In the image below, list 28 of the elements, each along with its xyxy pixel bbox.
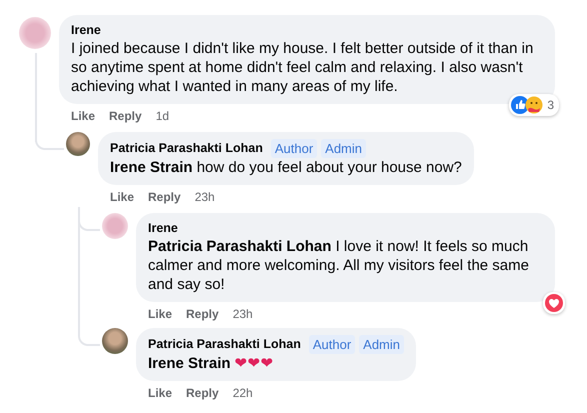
like-link[interactable]: Like: [148, 385, 172, 401]
author-name[interactable]: Patricia Parashakti Lohan: [148, 336, 301, 353]
role-badge: Author: [308, 335, 356, 354]
author-name[interactable]: Irene: [148, 220, 178, 237]
thread-connector: [78, 207, 100, 231]
reply-link[interactable]: Reply: [186, 306, 219, 322]
profile-photo[interactable]: [102, 328, 128, 354]
comment-text: Irene Strain how do you feel about your house now?: [110, 158, 462, 177]
reply-link[interactable]: Reply: [186, 385, 219, 401]
timestamp: 23h: [194, 189, 215, 205]
comment-text: Irene Strain ❤❤❤: [148, 354, 275, 373]
timestamp: 1d: [156, 108, 170, 124]
reply-link[interactable]: Reply: [148, 189, 181, 205]
profile-photo[interactable]: [66, 132, 90, 156]
like-link[interactable]: Like: [148, 306, 172, 322]
comment-text: Patricia Parashakti Lohan I love it now! It feels so much calmer and more welcoming. All my visitors feel the same and say so!: [148, 237, 530, 294]
reaction-summary[interactable]: 3: [509, 94, 559, 116]
like-link[interactable]: Like: [71, 108, 96, 124]
role-badge: Admin: [321, 139, 366, 158]
timestamp: 22h: [232, 385, 253, 401]
timestamp: 23h: [232, 306, 253, 322]
like-link[interactable]: Like: [110, 189, 134, 205]
reply-link[interactable]: Reply: [109, 108, 142, 124]
comment-text: I joined because I didn't like my house. I felt better outside of it than in so anytime spent at home didn't feel calm and relaxing. I also wasn't achieving what I wanted in many areas of my life.: [71, 39, 534, 96]
role-badge: Author: [270, 139, 318, 158]
author-name[interactable]: Irene: [71, 22, 101, 39]
author-name[interactable]: Patricia Parashakti Lohan: [110, 140, 263, 157]
role-badge: Admin: [359, 335, 404, 354]
